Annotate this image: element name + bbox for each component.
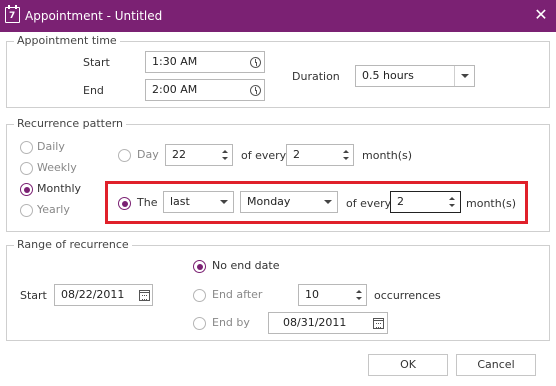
spin-down-icon[interactable] xyxy=(449,204,455,207)
end-time-label: End xyxy=(83,84,104,97)
spin-up-icon[interactable] xyxy=(449,197,455,200)
calendar-icon: 7 xyxy=(5,5,20,23)
radio-button[interactable] xyxy=(193,317,206,330)
radio-button-selected[interactable] xyxy=(20,183,33,196)
spin-down-icon[interactable] xyxy=(222,157,228,160)
the-of-every-label: of every xyxy=(346,197,392,210)
duration-label: Duration xyxy=(292,70,340,83)
day-every-spinner[interactable]: 2 xyxy=(286,144,354,166)
the-every-spinner[interactable]: 2 xyxy=(390,191,461,213)
close-icon[interactable]: ✕ xyxy=(534,7,548,23)
title-bar: 7 Appointment - Untitled ✕ xyxy=(0,0,556,32)
spin-down-icon[interactable] xyxy=(343,157,349,160)
start-time-field[interactable]: 1:30 AM xyxy=(145,51,265,73)
chevron-down-icon xyxy=(461,74,469,78)
weekday-select[interactable]: Monday xyxy=(240,191,338,213)
day-option-radio[interactable]: Day xyxy=(118,148,162,164)
the-option-radio[interactable]: The xyxy=(118,196,162,212)
radio-button[interactable] xyxy=(20,204,33,217)
recurrence-pattern-legend: Recurrence pattern xyxy=(14,118,127,130)
radio-button-selected[interactable] xyxy=(193,260,206,273)
clock-icon[interactable] xyxy=(250,85,261,96)
radio-button[interactable] xyxy=(193,289,206,302)
frequency-daily-radio[interactable]: Daily xyxy=(20,140,90,156)
chevron-down-icon xyxy=(220,200,228,204)
ok-button[interactable]: OK xyxy=(368,354,448,376)
day-of-every-label: of every xyxy=(241,149,287,162)
the-unit-label: month(s) xyxy=(466,197,517,210)
window-title: Appointment - Untitled xyxy=(25,9,163,23)
no-end-date-radio[interactable]: No end date xyxy=(193,259,303,275)
calendar-icon[interactable] xyxy=(373,318,384,329)
day-value-spinner[interactable]: 22 xyxy=(165,144,233,166)
end-by-date-field[interactable]: 08/31/2011 xyxy=(268,312,388,334)
start-time-value: 1:30 AM xyxy=(152,55,198,68)
spin-down-icon[interactable] xyxy=(356,297,362,300)
chevron-down-icon xyxy=(324,200,332,204)
spin-up-icon[interactable] xyxy=(356,290,362,293)
appointment-time-legend: Appointment time xyxy=(14,35,120,47)
radio-button[interactable] xyxy=(20,141,33,154)
frequency-monthly-radio[interactable]: Monthly xyxy=(20,182,90,198)
end-after-radio[interactable]: End after xyxy=(193,288,283,304)
spin-up-icon[interactable] xyxy=(343,150,349,153)
range-start-label: Start xyxy=(20,289,47,302)
frequency-weekly-radio[interactable]: Weekly xyxy=(20,161,90,177)
end-time-field[interactable]: 2:00 AM xyxy=(145,79,265,101)
cancel-button[interactable]: Cancel xyxy=(456,354,536,376)
range-of-recurrence-legend: Range of recurrence xyxy=(14,239,132,251)
duration-value: 0.5 hours xyxy=(362,69,414,82)
calendar-icon[interactable] xyxy=(139,290,150,301)
clock-icon[interactable] xyxy=(250,57,261,68)
occurrences-spinner[interactable]: 10 xyxy=(298,284,367,306)
spin-up-icon[interactable] xyxy=(222,150,228,153)
end-time-value: 2:00 AM xyxy=(152,83,198,96)
frequency-yearly-radio[interactable]: Yearly xyxy=(20,203,90,219)
occurrences-label: occurrences xyxy=(374,289,441,302)
radio-button[interactable] xyxy=(118,149,131,162)
ordinal-select[interactable]: last xyxy=(163,191,234,213)
range-start-date-field[interactable]: 08/22/2011 xyxy=(54,284,153,306)
duration-select[interactable]: 0.5 hours xyxy=(355,65,475,87)
end-by-radio[interactable]: End by xyxy=(193,316,273,332)
start-time-label: Start xyxy=(83,56,110,69)
day-unit-label: month(s) xyxy=(362,149,413,162)
radio-button-selected[interactable] xyxy=(118,197,131,210)
radio-button[interactable] xyxy=(20,162,33,175)
